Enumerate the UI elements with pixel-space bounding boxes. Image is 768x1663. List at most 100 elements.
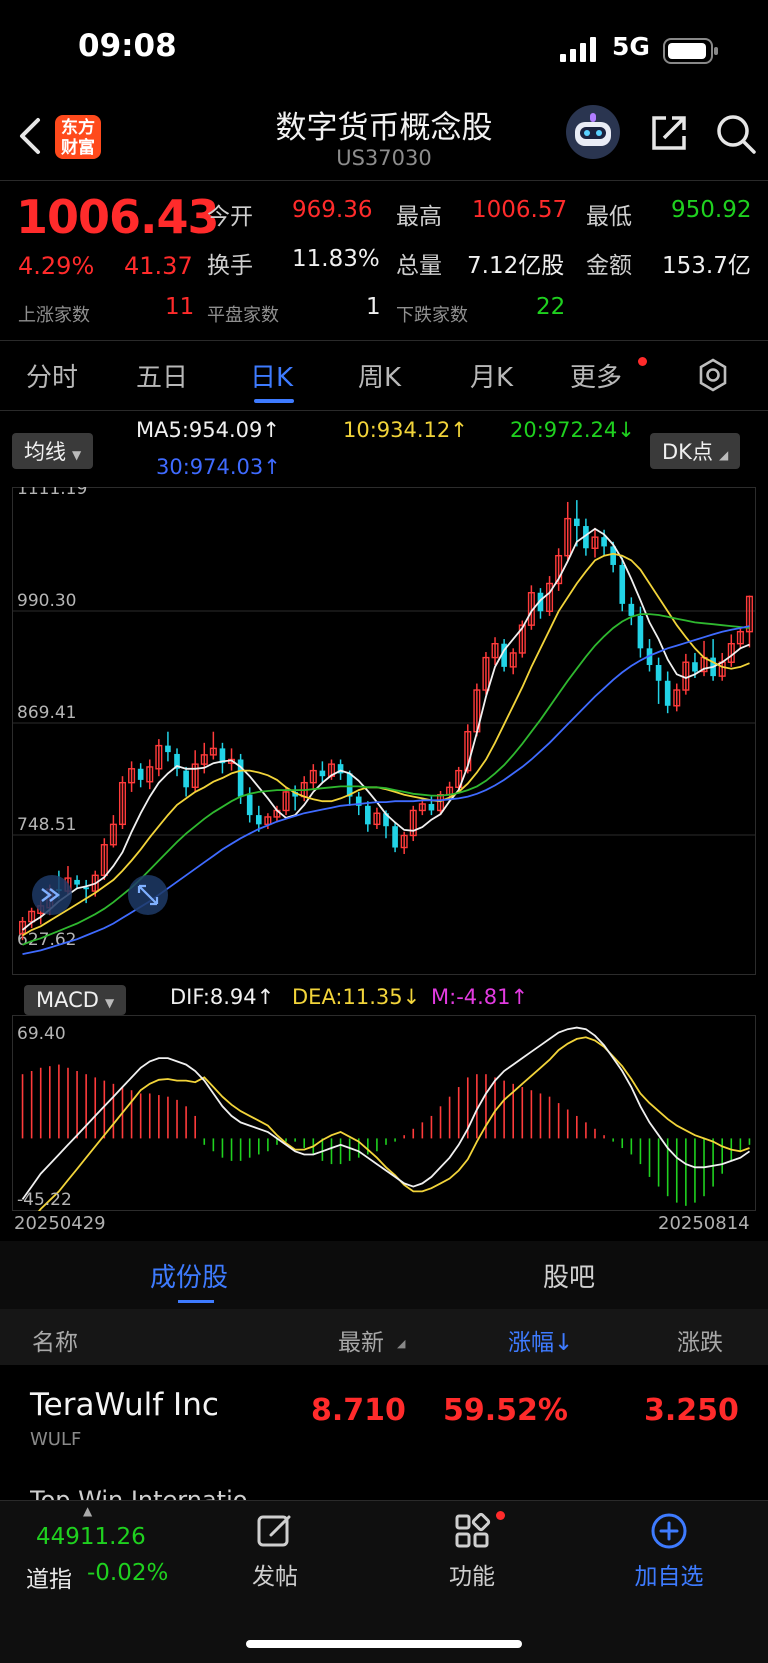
candle-body <box>664 680 671 706</box>
candle-up <box>591 527 599 558</box>
kline-chart[interactable]: 1111.19990.30869.41748.51627.62 <box>12 487 756 975</box>
candle-down <box>137 763 144 788</box>
notification-dot <box>638 357 647 366</box>
tab-daily-k[interactable]: 日K <box>250 357 293 394</box>
dea-value: DEA:11.35↓ <box>292 985 421 1009</box>
macd-chart[interactable]: 69.40 -45.22 <box>12 1015 756 1211</box>
column-header: 名称 最新 ◢ 涨幅↓ 涨跌 <box>0 1309 768 1365</box>
low-value: 950.92 <box>671 197 752 223</box>
search-icon[interactable] <box>714 112 758 156</box>
candle-body <box>183 770 189 788</box>
stock-name: TeraWulf Inc <box>30 1387 219 1423</box>
active-list-tab-indicator <box>178 1300 214 1303</box>
candle-body <box>692 662 698 672</box>
candle-body <box>655 665 662 681</box>
tab-monthly-k[interactable]: 月K <box>470 357 513 394</box>
network-type: 5G <box>612 32 650 61</box>
turnover-value: 11.83% <box>292 246 380 272</box>
table-row-next[interactable]: Top Win Internatio <box>30 1486 730 1500</box>
caret-up-icon[interactable]: ▲ <box>83 1504 92 1518</box>
candle-up <box>400 831 408 855</box>
col-change[interactable]: 涨跌 <box>677 1323 723 1357</box>
candle-down <box>655 657 662 704</box>
candle-up <box>155 739 163 777</box>
candle-body <box>619 564 626 604</box>
candle-body <box>165 745 171 753</box>
col-change-pct[interactable]: 涨幅↓ <box>508 1323 573 1357</box>
macd-y-tick-label: 69.40 <box>17 1024 66 1044</box>
macd-dropdown-label: MACD <box>36 988 99 1012</box>
chart-frame <box>12 487 756 975</box>
index-value[interactable]: 44911.26 <box>36 1524 146 1550</box>
caret-down-icon: ▼ <box>72 448 82 462</box>
candle-up <box>555 548 563 591</box>
decliners-label: 下跌家数 <box>396 305 468 326</box>
nav-add-watchlist[interactable]: 加自选 <box>614 1511 724 1591</box>
sort-corner-icon: ◢ <box>397 1337 406 1350</box>
decliners-value: 22 <box>536 294 566 320</box>
tab-five-day[interactable]: 五日 <box>136 357 188 394</box>
open-label: 今开 <box>207 204 253 230</box>
amount-value: 153.7亿 <box>662 253 751 279</box>
nav-post[interactable]: 发帖 <box>220 1511 330 1591</box>
candle-body <box>601 537 607 547</box>
ma-dropdown-label: 均线 <box>24 440 66 464</box>
macd-dropdown[interactable]: MACD ▼ <box>24 985 127 1015</box>
stock-change-pct: 59.52% <box>443 1393 568 1428</box>
candle-down <box>710 639 716 681</box>
status-time: 09:08 <box>78 28 177 64</box>
nav-functions[interactable]: 功能 <box>417 1511 527 1591</box>
table-row[interactable]: TeraWulf Inc WULF 8.710 59.52% 3.250 <box>0 1365 768 1495</box>
home-indicator[interactable] <box>246 1640 522 1648</box>
amount-label: 金额 <box>586 253 632 279</box>
candle-up <box>509 648 517 675</box>
candle-up <box>564 501 572 561</box>
ai-assistant-icon[interactable] <box>565 104 621 160</box>
candle-down <box>219 742 226 774</box>
tab-weekly-k[interactable]: 周K <box>358 357 401 394</box>
col-latest[interactable]: 最新 <box>338 1323 384 1357</box>
ma20-value: 20:972.24↓ <box>510 418 635 442</box>
high-value: 1006.57 <box>472 197 568 223</box>
candle-up <box>109 815 117 848</box>
index-name[interactable]: 道指 <box>26 1560 72 1594</box>
candle-body <box>255 815 262 825</box>
candle-up <box>209 731 217 760</box>
dk-point-button[interactable]: DK点 ◢ <box>650 433 741 469</box>
bottom-nav: ▲ 44911.26 道指 -0.02% 发帖 功能 加自选 <box>0 1500 768 1663</box>
tab-constituents[interactable]: 成份股 <box>150 1257 228 1294</box>
index-change-pct[interactable]: -0.02% <box>87 1560 168 1586</box>
candle-body <box>137 768 144 780</box>
candle-down <box>319 761 326 783</box>
ma-line-MA5 <box>21 527 750 931</box>
candle-down <box>392 822 398 853</box>
volume-label: 总量 <box>396 253 442 279</box>
candle-body <box>637 615 644 649</box>
header: 东方财富 数字货币概念股 US37030 <box>0 90 768 180</box>
candle-down <box>183 766 189 797</box>
candle-up <box>745 595 753 648</box>
candle-up <box>546 576 554 616</box>
tab-intraday[interactable]: 分时 <box>26 357 78 394</box>
dk-point-label: DK点 <box>662 440 713 464</box>
tab-forum[interactable]: 股吧 <box>543 1257 595 1294</box>
ma-dropdown[interactable]: 均线 ▼ <box>12 433 94 469</box>
signal-icon <box>560 37 596 62</box>
edit-icon <box>257 1515 291 1547</box>
battery-icon <box>663 38 718 64</box>
high-label: 最高 <box>396 204 442 230</box>
candle-up <box>282 787 290 816</box>
share-icon[interactable] <box>648 112 690 154</box>
candle-up <box>727 634 735 667</box>
candle-up <box>118 776 127 829</box>
macd-y-tick-label: -45.22 <box>17 1190 72 1210</box>
x-end-date: 20250814 <box>658 1213 750 1234</box>
col-name[interactable]: 名称 <box>32 1323 78 1357</box>
tab-more[interactable]: 更多 <box>570 357 622 394</box>
candle-down <box>628 597 635 626</box>
ma30-value: 30:974.03↑ <box>156 455 281 479</box>
y-tick-label: 869.41 <box>17 703 76 723</box>
turnover-label: 换手 <box>207 253 253 279</box>
gear-icon[interactable] <box>696 358 730 392</box>
candle-up <box>309 764 317 790</box>
